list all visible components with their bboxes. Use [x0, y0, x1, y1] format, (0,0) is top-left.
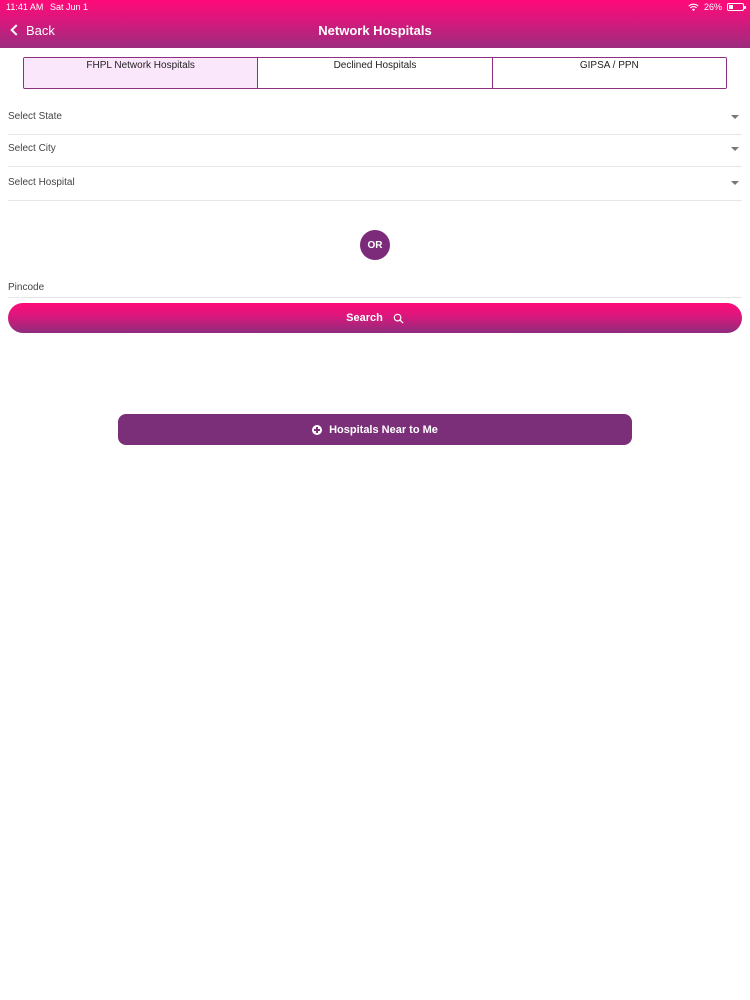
battery-percent: 26% — [703, 2, 722, 12]
hospitals-near-me-button[interactable]: Hospitals Near to Me — [118, 414, 632, 445]
search-icon — [393, 313, 404, 324]
battery-icon — [727, 3, 746, 11]
page-title: Network Hospitals — [318, 23, 432, 38]
caret-down-icon — [731, 115, 739, 119]
hospital-select-label: Select Hospital — [8, 177, 75, 188]
tab-declined-hospitals[interactable]: Declined Hospitals — [258, 58, 493, 88]
hospital-select[interactable]: Select Hospital — [8, 169, 742, 201]
search-button[interactable]: Search — [8, 303, 742, 333]
city-select[interactable]: Select City — [8, 135, 742, 167]
tab-fhpl-network-hospitals[interactable]: FHPL Network Hospitals — [24, 58, 259, 88]
caret-down-icon — [731, 147, 739, 151]
tab-gipsa-ppn[interactable]: GIPSA / PPN — [492, 58, 726, 88]
hospital-type-tabs: FHPL Network Hospitals Declined Hospital… — [23, 57, 727, 89]
status-time: 11:41 AM — [6, 2, 44, 12]
wifi-icon — [688, 3, 699, 11]
or-divider-badge: OR — [360, 230, 390, 260]
status-indicators: 26% — [688, 2, 746, 12]
hospitals-near-me-label: Hospitals Near to Me — [329, 423, 438, 436]
state-select[interactable]: Select State — [8, 103, 742, 135]
plus-circle-icon — [312, 424, 323, 435]
search-button-label: Search — [346, 312, 383, 324]
pincode-input[interactable] — [8, 278, 742, 298]
status-bar: 11:41 AM Sat Jun 1 26% — [0, 0, 750, 14]
header-bar: 11:41 AM Sat Jun 1 26% Back Network Hosp… — [0, 0, 750, 48]
city-select-label: Select City — [8, 143, 56, 154]
state-select-label: Select State — [8, 111, 62, 122]
caret-down-icon — [731, 181, 739, 185]
status-date: Sat Jun 1 — [50, 2, 89, 12]
